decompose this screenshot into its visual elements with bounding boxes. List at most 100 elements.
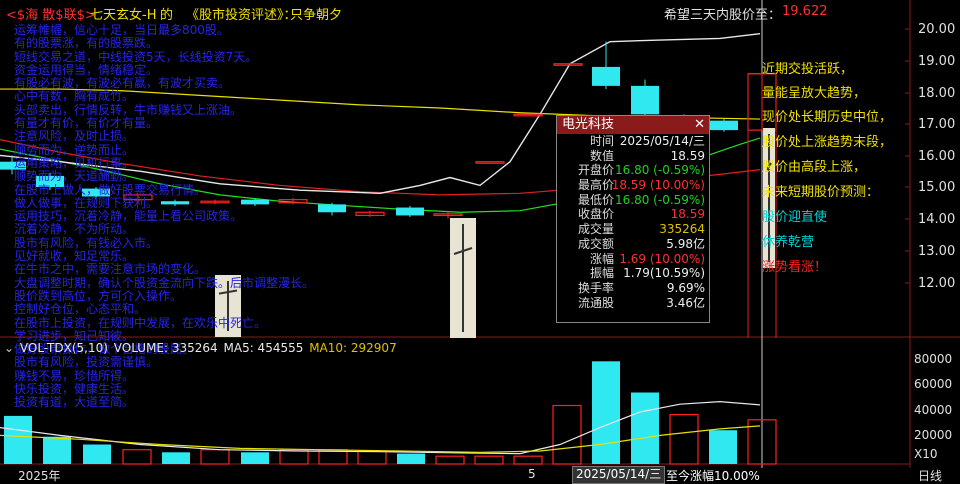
title-connector: 的 (160, 8, 174, 23)
volume-bar (592, 361, 620, 464)
panel-row-label: 最低价 (577, 192, 614, 207)
target-price-value: 19.622 (782, 4, 828, 19)
commentary-line: 控制好仓位，心态平和。 (14, 302, 147, 317)
candle-body (396, 207, 424, 216)
commentary-line: 顺势而为，天道酬勤。 (14, 169, 135, 184)
chart-title-bar: <$海 散$联$> 七天玄女-H 的 《股市投资评述》： 只争朝夕 希望三天内股… (0, 0, 910, 24)
commentary-line: 沉着冷静，不为所动。 (14, 222, 135, 237)
ma10-value: MA10: 292907 (309, 341, 397, 355)
panel-row-value: 1.69 (10.00%) (619, 251, 705, 266)
panel-row-value: 18.59 (670, 207, 705, 222)
panel-row-label: 最高价 (577, 178, 614, 193)
volume-bar (669, 413, 699, 465)
panel-row-label: 振幅 (589, 266, 614, 281)
candle-body (513, 113, 543, 117)
volume-bar (83, 444, 111, 464)
change-since-label: 至今涨幅10.00% (666, 469, 760, 483)
time-axis: 2025年 5 2025/05/14/三 至今涨幅10.00% 日线 (0, 466, 960, 484)
panel-row: 成交量 335264 (557, 222, 709, 237)
volume-bar (162, 452, 190, 464)
commentary-line: 在股市上投资，在规则中发展，在欢乐中死亡。 (14, 315, 267, 330)
panel-row-value: 1.79(10.59%) (623, 266, 705, 281)
commentary-line: 股市有风险，有钱必入市。 (14, 235, 159, 250)
commentary-line: 大盘调整时期，确认个股资金流向下跌。后市调整漫长。 (14, 275, 315, 290)
panel-row-label: 数值 (589, 148, 614, 163)
annotation-line: 休养乾营 (762, 235, 815, 250)
panel-row-label: 开盘价 (577, 163, 614, 178)
commentary-line: 在牛市之中，需要注意市场的变化。 (14, 262, 207, 277)
candle-body (475, 161, 505, 164)
column-motto: 只争朝夕 (290, 8, 343, 23)
panel-row-label: 成交额 (577, 236, 614, 251)
panel-row: 收盘价 18.59 (557, 207, 709, 222)
commentary-line: 头部卖出，行情反转，牛市赚钱又上涨油。 (14, 102, 243, 117)
volume-bar (474, 455, 504, 465)
calligraphy-stamp-image (450, 218, 476, 338)
period-label[interactable]: 日线 (918, 467, 942, 484)
price-tick-label: 20.00 (918, 22, 956, 37)
panel-row: 流通股 3.46亿 (557, 296, 709, 311)
annotation-line: 股价由高段上涨， (762, 160, 867, 175)
volume-bar (631, 392, 659, 464)
commentary-line: 运用策略，见机行事。 (14, 155, 135, 170)
panel-row-value: 2025/05/14/三 (619, 134, 705, 148)
cursor-date-label: 2025/05/14/三 (572, 466, 666, 484)
volume-value: VOLUME: 335264 (113, 341, 218, 355)
volume-bar (357, 450, 387, 465)
panel-row: 涨幅 1.69 (10.00%) (557, 252, 709, 267)
volume-bar (709, 430, 737, 464)
volume-bar (43, 436, 71, 464)
panel-row-value: 16.80 (-0.59%) (615, 163, 705, 178)
panel-header[interactable]: 电光科技 ✕ (557, 116, 709, 134)
collapse-chevron-icon[interactable]: ⌄ (4, 341, 14, 355)
volume-bar (279, 449, 309, 465)
volume-tick-label: 20000 (914, 428, 953, 442)
price-tick-label: 14.00 (918, 212, 956, 227)
quote-info-panel[interactable]: 电光科技 ✕ 时间 2025/05/14/三 数值 18.59 开盘价 16.80 (-0… (556, 115, 710, 323)
annotation-line: 未来短期股价预测： (762, 185, 880, 200)
target-price-label: 希望三天内股价至： (664, 8, 782, 23)
commentary-line: 在股市上做人，做好股票交易行情。 (14, 182, 207, 197)
commentary-line: 心中有数，胸有成竹。 (14, 89, 135, 104)
candle-body (592, 66, 620, 86)
volume-bar (241, 452, 269, 464)
author-brand: <$海 散$联$> (6, 8, 96, 23)
volume-legend: ⌄ VOL-TDX(5,10) VOLUME: 335264 MA5: 4545… (4, 341, 399, 355)
year-label: 2025年 (18, 469, 61, 483)
panel-row-value: 335264 (659, 222, 705, 237)
annotation-line: 股价处上涨趋势末段， (762, 135, 893, 150)
panel-row-value: 3.46亿 (666, 295, 705, 310)
candle-body (631, 85, 659, 115)
panel-row-label: 流通股 (577, 295, 614, 310)
panel-row: 换手率 9.69% (557, 281, 709, 296)
panel-row: 数值 18.59 (557, 149, 709, 164)
commentary-line: 注意风险，及时止损。 (14, 129, 135, 144)
volume-bar (552, 404, 582, 465)
commentary-line: 顺势而为，逆势而止。 (14, 142, 135, 157)
month-label: 5 (528, 467, 536, 481)
volume-bar (513, 455, 543, 465)
panel-row-label: 换手率 (577, 280, 614, 295)
price-tick-label: 19.00 (918, 54, 956, 69)
commentary-line: 短线交易之道，中线投资5天，长线投资7天。 (14, 49, 258, 64)
panel-row-label: 收盘价 (577, 207, 614, 222)
volume-bar (200, 449, 230, 465)
commentary-line: 有的股票涨，有的股票跌。 (14, 36, 159, 51)
commentary-line: 投资有道，大道至简。 (14, 395, 135, 410)
price-tick-label: 18.00 (918, 86, 956, 101)
candle-body (553, 63, 583, 66)
annotation-line: 近期交投活跃， (762, 62, 854, 77)
volume-tick-label: 40000 (914, 403, 953, 417)
panel-row-value: 16.80 (-0.59%) (615, 192, 705, 207)
price-tick-label: 15.00 (918, 180, 956, 195)
stock-name: 电光科技 (562, 117, 615, 132)
volume-bar (4, 415, 32, 464)
volume-bar (435, 455, 465, 465)
volume-indicator-name[interactable]: VOL-TDX(5,10) (20, 341, 108, 355)
price-tick-label: 13.00 (918, 244, 956, 259)
price-tick-label: 16.00 (918, 149, 956, 164)
panel-row: 最低价 16.80 (-0.59%) (557, 193, 709, 208)
column-title: 《股市投资评述》： (186, 8, 297, 23)
close-icon[interactable]: ✕ (694, 116, 705, 134)
panel-row-value: 9.69% (666, 280, 705, 295)
